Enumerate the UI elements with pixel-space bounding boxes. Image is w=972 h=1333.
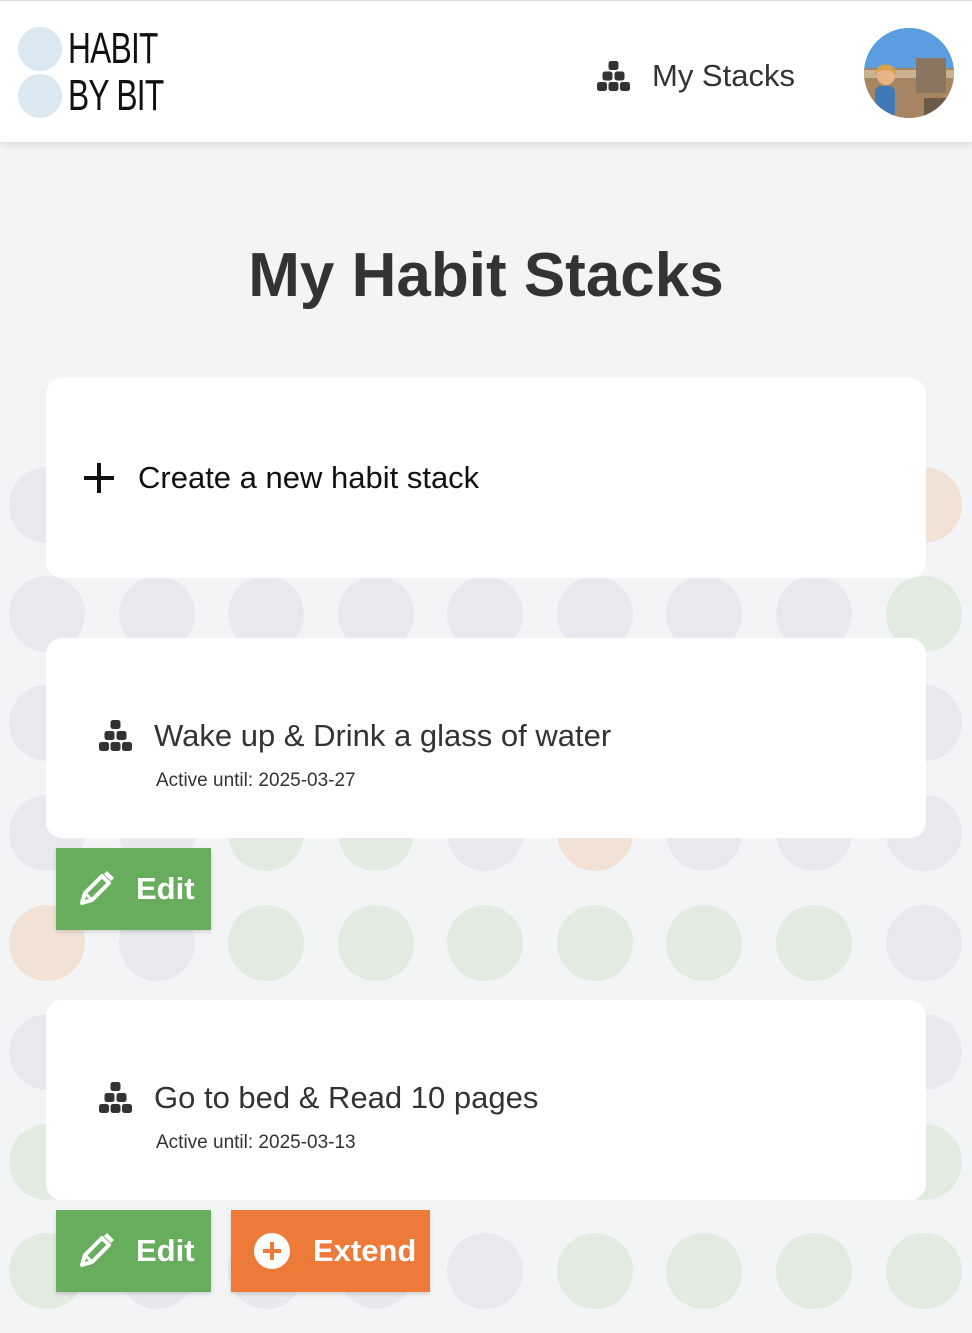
page-title: My Habit Stacks bbox=[248, 241, 724, 310]
nav-my-stacks[interactable]: My Stacks bbox=[596, 53, 795, 99]
background-dot bbox=[338, 905, 414, 981]
logo-circle-bottom bbox=[18, 74, 62, 118]
background-dot bbox=[776, 905, 852, 981]
create-stack-card[interactable]: Create a new habit stack bbox=[46, 378, 926, 578]
edit-button-label: Edit bbox=[136, 1233, 195, 1268]
background-dot bbox=[666, 1233, 742, 1309]
stack-icon bbox=[99, 720, 132, 751]
logo[interactable]: HABIT BY BIT bbox=[18, 27, 178, 119]
stack-icon bbox=[597, 61, 630, 91]
extend-button-label: Extend bbox=[313, 1233, 417, 1268]
logo-circle-top bbox=[18, 27, 62, 71]
background-dot bbox=[447, 905, 523, 981]
stack-icon bbox=[99, 1082, 132, 1113]
extend-button[interactable]: Extend bbox=[231, 1210, 430, 1292]
plus-circle-icon bbox=[254, 1233, 290, 1269]
stack-title: Go to bed & Read 10 pages bbox=[154, 1080, 539, 1115]
top-header: HABIT BY BIT My Stacks bbox=[0, 0, 972, 142]
edit-button[interactable]: Edit bbox=[56, 1210, 211, 1292]
logo-text-line1: HABIT bbox=[68, 24, 158, 73]
background-dot bbox=[886, 1233, 962, 1309]
background-dot bbox=[228, 905, 304, 981]
create-stack-label: Create a new habit stack bbox=[138, 460, 480, 495]
stack-active-until: Active until: 2025-03-27 bbox=[156, 770, 356, 791]
stack-card[interactable]: Go to bed & Read 10 pages Active until: … bbox=[46, 1000, 926, 1200]
stack-title: Wake up & Drink a glass of water bbox=[154, 718, 612, 753]
pencil-icon bbox=[80, 871, 114, 905]
background-dot bbox=[557, 905, 633, 981]
stack-active-until: Active until: 2025-03-13 bbox=[156, 1132, 356, 1153]
plus-icon bbox=[84, 463, 114, 493]
avatar[interactable] bbox=[864, 28, 954, 118]
background-dot bbox=[776, 1233, 852, 1309]
background-dot bbox=[447, 1233, 523, 1309]
background-dot bbox=[666, 905, 742, 981]
logo-text-line2: BY BIT bbox=[68, 71, 164, 120]
stack-card[interactable]: Wake up & Drink a glass of water Active … bbox=[46, 638, 926, 838]
pencil-icon bbox=[80, 1233, 114, 1267]
edit-button[interactable]: Edit bbox=[56, 848, 211, 930]
edit-button-label: Edit bbox=[136, 871, 195, 906]
nav-my-stacks-label: My Stacks bbox=[652, 58, 795, 93]
background-dot bbox=[886, 905, 962, 981]
avatar-photo bbox=[864, 28, 954, 118]
background-dot bbox=[557, 1233, 633, 1309]
